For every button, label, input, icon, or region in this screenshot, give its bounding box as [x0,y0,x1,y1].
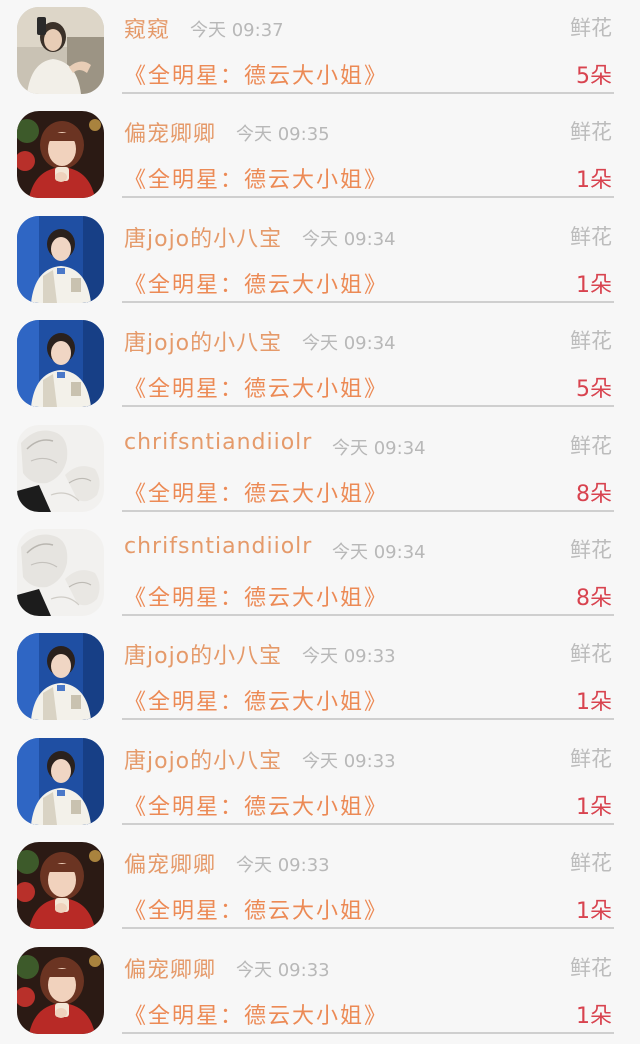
book-title-link[interactable]: 《全明星：德云大小姐》 [124,893,388,925]
book-title-link[interactable]: 《全明星：德云大小姐》 [124,162,388,194]
row-divider [122,718,614,721]
timestamp: 今天 09:34 [332,541,426,563]
flower-count: 1朵 [576,899,612,925]
row-divider [122,405,614,408]
row-divider [122,300,614,303]
user-name[interactable]: 偏宠卿卿 [124,847,216,879]
timestamp: 今天 09:35 [236,124,330,146]
avatar[interactable] [17,320,104,408]
flower-record-list: 窥窥 今天 09:37 鲜花 《全明星：德云大小姐》 5朵 偏宠卿卿 今天 09:35 鲜花… [0,0,640,1044]
flower-count: 1朵 [576,690,612,716]
user-name[interactable]: 偏宠卿卿 [124,952,216,984]
user-name[interactable]: 偏宠卿卿 [124,116,216,148]
book-title-link[interactable]: 《全明星：德云大小姐》 [124,267,388,299]
list-item[interactable]: chrifsntiandiiolr 今天 09:34 鲜花《全明星：德云大小姐》 8朵 [0,418,640,522]
book-title-link[interactable]: 《全明星：德云大小姐》 [124,476,388,508]
flower-count: 1朵 [576,272,612,298]
row-divider [122,927,614,930]
gift-type-label: 鲜花 [570,642,612,667]
avatar[interactable] [17,111,104,199]
gift-type-label: 鲜花 [570,851,612,876]
row-divider [122,509,614,512]
book-title-link[interactable]: 《全明星：德云大小姐》 [124,371,388,403]
timestamp: 今天 09:33 [302,646,396,668]
gift-type-label: 鲜花 [570,955,612,980]
row-divider [122,196,614,199]
row-divider [122,613,614,616]
user-name[interactable]: 唐jojo的小八宝 [124,325,282,357]
list-item[interactable]: 偏宠卿卿 今天 09:33 鲜花《全明星：德云大小姐》 1朵 [0,940,640,1044]
flower-count: 1朵 [576,1003,612,1029]
avatar[interactable] [17,633,104,721]
gift-type-label: 鲜花 [570,433,612,458]
avatar[interactable] [17,424,104,512]
list-item[interactable]: 窥窥 今天 09:37 鲜花《全明星：德云大小姐》 5朵 [0,0,640,104]
avatar[interactable] [17,7,104,94]
flower-count: 8朵 [576,481,612,507]
list-item[interactable]: chrifsntiandiiolr 今天 09:34 鲜花《全明星：德云大小姐》 8朵 [0,522,640,626]
flower-count: 8朵 [576,585,612,611]
gift-type-label: 鲜花 [570,746,612,771]
gift-type-label: 鲜花 [570,224,612,249]
flower-count: 1朵 [576,168,612,194]
gift-type-label: 鲜花 [570,329,612,354]
avatar[interactable] [17,842,104,930]
row-divider [122,822,614,825]
book-title-link[interactable]: 《全明星：德云大小姐》 [124,580,388,612]
list-item[interactable]: 偏宠卿卿 今天 09:35 鲜花《全明星：德云大小姐》 1朵 [0,104,640,208]
flower-count: 5朵 [576,64,612,89]
gift-type-label: 鲜花 [570,120,612,145]
timestamp: 今天 09:34 [332,437,426,459]
timestamp: 今天 09:37 [190,20,284,41]
user-name[interactable]: 唐jojo的小八宝 [124,638,282,670]
avatar[interactable] [17,528,104,616]
list-item[interactable]: 唐jojo的小八宝 今天 09:34 鲜花《全明星：德云大小姐》 1朵 [0,209,640,313]
gift-type-label: 鲜花 [570,537,612,562]
avatar[interactable] [17,946,104,1034]
list-item[interactable]: 唐jojo的小八宝 今天 09:34 鲜花《全明星：德云大小姐》 5朵 [0,313,640,417]
user-name[interactable]: 唐jojo的小八宝 [124,221,282,253]
timestamp: 今天 09:33 [302,750,396,772]
flower-count: 5朵 [576,377,612,403]
list-item[interactable]: 偏宠卿卿 今天 09:33 鲜花《全明星：德云大小姐》 1朵 [0,835,640,939]
avatar[interactable] [17,215,104,303]
gift-type-label: 鲜花 [570,16,612,40]
list-item[interactable]: 唐jojo的小八宝 今天 09:33 鲜花《全明星：德云大小姐》 1朵 [0,731,640,835]
row-divider [122,92,614,94]
user-name[interactable]: chrifsntiandiiolr [124,534,312,559]
user-name[interactable]: 唐jojo的小八宝 [124,743,282,775]
book-title-link[interactable]: 《全明星：德云大小姐》 [124,58,388,90]
user-name[interactable]: 窥窥 [124,12,170,44]
book-title-link[interactable]: 《全明星：德云大小姐》 [124,998,388,1030]
book-title-link[interactable]: 《全明星：德云大小姐》 [124,684,388,716]
book-title-link[interactable]: 《全明星：德云大小姐》 [124,789,388,821]
user-name[interactable]: chrifsntiandiiolr [124,430,312,455]
list-item[interactable]: 唐jojo的小八宝 今天 09:33 鲜花《全明星：德云大小姐》 1朵 [0,626,640,730]
timestamp: 今天 09:33 [236,959,330,981]
timestamp: 今天 09:34 [302,333,396,355]
flower-count: 1朵 [576,794,612,820]
avatar[interactable] [17,737,104,825]
timestamp: 今天 09:34 [302,228,396,250]
timestamp: 今天 09:33 [236,855,330,877]
